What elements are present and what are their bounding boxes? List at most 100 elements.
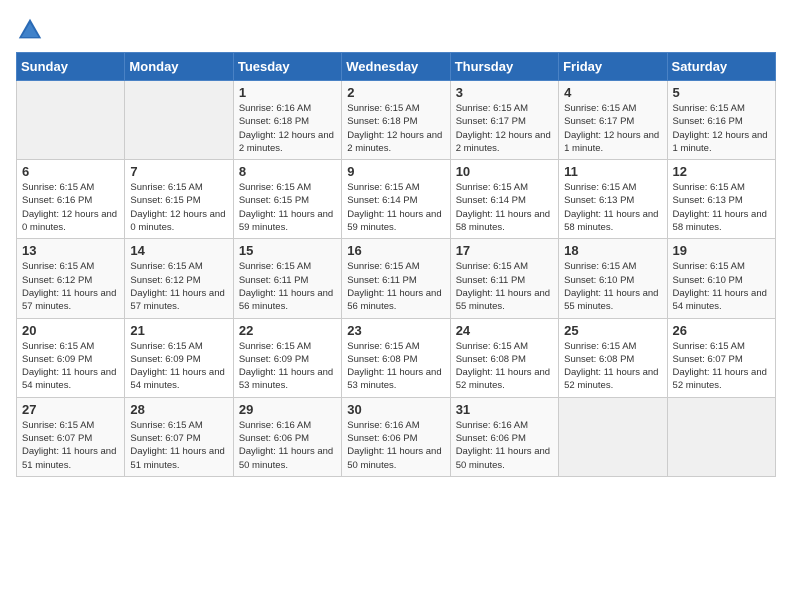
day-info: Sunrise: 6:15 AM Sunset: 6:15 PM Dayligh… [130, 181, 227, 234]
day-number: 2 [347, 85, 444, 100]
day-number: 18 [564, 243, 661, 258]
day-info: Sunrise: 6:15 AM Sunset: 6:11 PM Dayligh… [239, 260, 336, 313]
day-info: Sunrise: 6:15 AM Sunset: 6:18 PM Dayligh… [347, 102, 444, 155]
calendar-cell: 28 Sunrise: 6:15 AM Sunset: 6:07 PM Dayli… [125, 397, 233, 476]
calendar-cell: 23 Sunrise: 6:15 AM Sunset: 6:08 PM Dayli… [342, 318, 450, 397]
day-number: 13 [22, 243, 119, 258]
calendar-cell: 12 Sunrise: 6:15 AM Sunset: 6:13 PM Dayli… [667, 160, 775, 239]
day-info: Sunrise: 6:15 AM Sunset: 6:09 PM Dayligh… [239, 340, 336, 393]
day-info: Sunrise: 6:15 AM Sunset: 6:08 PM Dayligh… [564, 340, 661, 393]
calendar-cell: 11 Sunrise: 6:15 AM Sunset: 6:13 PM Dayli… [559, 160, 667, 239]
calendar-cell: 2 Sunrise: 6:15 AM Sunset: 6:18 PM Daylig… [342, 81, 450, 160]
calendar-cell: 1 Sunrise: 6:16 AM Sunset: 6:18 PM Daylig… [233, 81, 341, 160]
day-number: 12 [673, 164, 770, 179]
day-info: Sunrise: 6:15 AM Sunset: 6:07 PM Dayligh… [130, 419, 227, 472]
day-info: Sunrise: 6:15 AM Sunset: 6:10 PM Dayligh… [673, 260, 770, 313]
calendar-cell: 31 Sunrise: 6:16 AM Sunset: 6:06 PM Dayli… [450, 397, 558, 476]
weekday-header: Monday [125, 53, 233, 81]
calendar-cell: 20Sunrise: 6:15 AM Sunset: 6:09 PM Dayli… [17, 318, 125, 397]
day-info: Sunrise: 6:15 AM Sunset: 6:07 PM Dayligh… [673, 340, 770, 393]
day-number: 29 [239, 402, 336, 417]
calendar-cell [125, 81, 233, 160]
day-number: 19 [673, 243, 770, 258]
day-info: Sunrise: 6:16 AM Sunset: 6:06 PM Dayligh… [456, 419, 553, 472]
calendar-week-row: 13 Sunrise: 6:15 AM Sunset: 6:12 PM Dayli… [17, 239, 776, 318]
weekday-header: Thursday [450, 53, 558, 81]
calendar-cell: 5 Sunrise: 6:15 AM Sunset: 6:16 PM Daylig… [667, 81, 775, 160]
calendar-cell: 8 Sunrise: 6:15 AM Sunset: 6:15 PM Daylig… [233, 160, 341, 239]
day-number: 9 [347, 164, 444, 179]
day-info: Sunrise: 6:15 AM Sunset: 6:09 PM Dayligh… [22, 340, 119, 393]
day-info: Sunrise: 6:15 AM Sunset: 6:10 PM Dayligh… [564, 260, 661, 313]
calendar-cell: 21Sunrise: 6:15 AM Sunset: 6:09 PM Dayli… [125, 318, 233, 397]
day-number: 24 [456, 323, 553, 338]
day-number: 17 [456, 243, 553, 258]
day-info: Sunrise: 6:15 AM Sunset: 6:17 PM Dayligh… [564, 102, 661, 155]
calendar-cell: 13 Sunrise: 6:15 AM Sunset: 6:12 PM Dayli… [17, 239, 125, 318]
calendar-week-row: 20Sunrise: 6:15 AM Sunset: 6:09 PM Dayli… [17, 318, 776, 397]
calendar-cell: 6 Sunrise: 6:15 AM Sunset: 6:16 PM Daylig… [17, 160, 125, 239]
day-info: Sunrise: 6:15 AM Sunset: 6:11 PM Dayligh… [456, 260, 553, 313]
calendar-cell: 9Sunrise: 6:15 AM Sunset: 6:14 PM Daylig… [342, 160, 450, 239]
calendar-cell: 30Sunrise: 6:16 AM Sunset: 6:06 PM Dayli… [342, 397, 450, 476]
day-number: 10 [456, 164, 553, 179]
calendar-cell [559, 397, 667, 476]
calendar-cell [667, 397, 775, 476]
day-number: 28 [130, 402, 227, 417]
day-info: Sunrise: 6:15 AM Sunset: 6:09 PM Dayligh… [130, 340, 227, 393]
day-info: Sunrise: 6:16 AM Sunset: 6:18 PM Dayligh… [239, 102, 336, 155]
calendar-week-row: 6 Sunrise: 6:15 AM Sunset: 6:16 PM Daylig… [17, 160, 776, 239]
calendar-week-row: 27 Sunrise: 6:15 AM Sunset: 6:07 PM Dayli… [17, 397, 776, 476]
day-info: Sunrise: 6:15 AM Sunset: 6:08 PM Dayligh… [347, 340, 444, 393]
logo-icon [16, 16, 44, 44]
calendar-cell: 10 Sunrise: 6:15 AM Sunset: 6:14 PM Dayli… [450, 160, 558, 239]
calendar-cell: 7Sunrise: 6:15 AM Sunset: 6:15 PM Daylig… [125, 160, 233, 239]
calendar-cell: 22Sunrise: 6:15 AM Sunset: 6:09 PM Dayli… [233, 318, 341, 397]
day-info: Sunrise: 6:16 AM Sunset: 6:06 PM Dayligh… [347, 419, 444, 472]
day-info: Sunrise: 6:15 AM Sunset: 6:12 PM Dayligh… [130, 260, 227, 313]
day-info: Sunrise: 6:15 AM Sunset: 6:08 PM Dayligh… [456, 340, 553, 393]
day-number: 6 [22, 164, 119, 179]
weekday-header: Wednesday [342, 53, 450, 81]
calendar-cell: 27 Sunrise: 6:15 AM Sunset: 6:07 PM Dayli… [17, 397, 125, 476]
day-info: Sunrise: 6:15 AM Sunset: 6:17 PM Dayligh… [456, 102, 553, 155]
day-number: 23 [347, 323, 444, 338]
calendar-cell [17, 81, 125, 160]
day-info: Sunrise: 6:15 AM Sunset: 6:15 PM Dayligh… [239, 181, 336, 234]
calendar-cell: 29Sunrise: 6:16 AM Sunset: 6:06 PM Dayli… [233, 397, 341, 476]
day-number: 27 [22, 402, 119, 417]
weekday-header-row: SundayMondayTuesdayWednesdayThursdayFrid… [17, 53, 776, 81]
day-number: 26 [673, 323, 770, 338]
calendar-cell: 26 Sunrise: 6:15 AM Sunset: 6:07 PM Dayli… [667, 318, 775, 397]
weekday-header: Saturday [667, 53, 775, 81]
calendar-week-row: 1 Sunrise: 6:16 AM Sunset: 6:18 PM Daylig… [17, 81, 776, 160]
day-number: 1 [239, 85, 336, 100]
calendar-cell: 18 Sunrise: 6:15 AM Sunset: 6:10 PM Dayli… [559, 239, 667, 318]
day-info: Sunrise: 6:15 AM Sunset: 6:07 PM Dayligh… [22, 419, 119, 472]
day-number: 4 [564, 85, 661, 100]
day-info: Sunrise: 6:15 AM Sunset: 6:14 PM Dayligh… [456, 181, 553, 234]
calendar-cell: 4 Sunrise: 6:15 AM Sunset: 6:17 PM Daylig… [559, 81, 667, 160]
weekday-header: Tuesday [233, 53, 341, 81]
day-number: 3 [456, 85, 553, 100]
day-info: Sunrise: 6:15 AM Sunset: 6:16 PM Dayligh… [673, 102, 770, 155]
day-number: 11 [564, 164, 661, 179]
day-number: 8 [239, 164, 336, 179]
calendar-cell: 25 Sunrise: 6:15 AM Sunset: 6:08 PM Dayli… [559, 318, 667, 397]
calendar-table: SundayMondayTuesdayWednesdayThursdayFrid… [16, 52, 776, 477]
weekday-header: Friday [559, 53, 667, 81]
calendar-cell: 15 Sunrise: 6:15 AM Sunset: 6:11 PM Dayli… [233, 239, 341, 318]
day-info: Sunrise: 6:15 AM Sunset: 6:11 PM Dayligh… [347, 260, 444, 313]
day-number: 25 [564, 323, 661, 338]
day-info: Sunrise: 6:15 AM Sunset: 6:12 PM Dayligh… [22, 260, 119, 313]
day-number: 15 [239, 243, 336, 258]
day-info: Sunrise: 6:15 AM Sunset: 6:16 PM Dayligh… [22, 181, 119, 234]
calendar-cell: 19 Sunrise: 6:15 AM Sunset: 6:10 PM Dayli… [667, 239, 775, 318]
day-number: 5 [673, 85, 770, 100]
page-header [16, 16, 776, 44]
day-info: Sunrise: 6:15 AM Sunset: 6:13 PM Dayligh… [564, 181, 661, 234]
day-number: 31 [456, 402, 553, 417]
day-number: 16 [347, 243, 444, 258]
day-info: Sunrise: 6:15 AM Sunset: 6:13 PM Dayligh… [673, 181, 770, 234]
calendar-cell: 16 Sunrise: 6:15 AM Sunset: 6:11 PM Dayli… [342, 239, 450, 318]
